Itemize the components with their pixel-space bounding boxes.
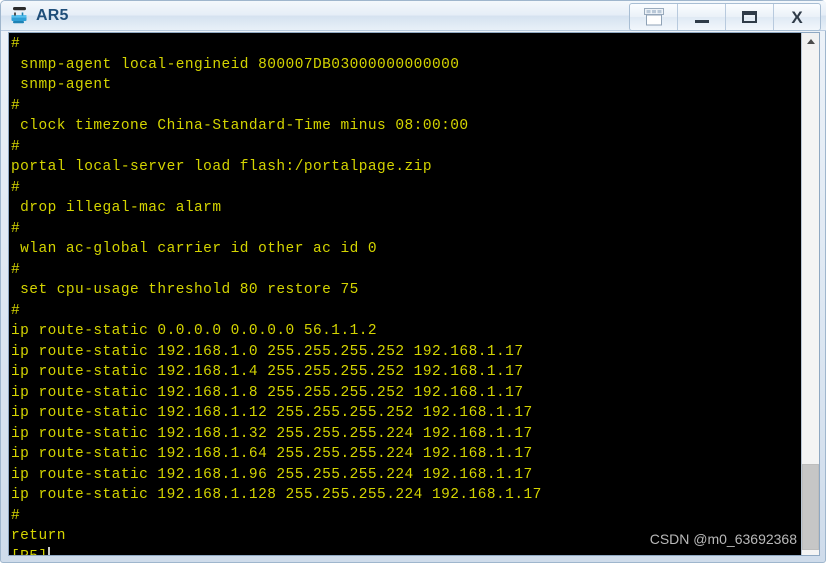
terminal-screen[interactable]: # snmp-agent local-engineid 800007DB0300… bbox=[9, 33, 801, 555]
window-list-button[interactable] bbox=[630, 4, 678, 30]
terminal-cursor bbox=[47, 546, 50, 555]
minimize-icon bbox=[694, 19, 709, 23]
scrollbar-thumb[interactable] bbox=[802, 464, 819, 550]
maximize-icon bbox=[742, 11, 757, 23]
router-icon bbox=[10, 6, 31, 26]
window-controls: X bbox=[629, 3, 821, 31]
window-title: AR5 bbox=[36, 7, 69, 24]
watermark: CSDN @m0_63692368 bbox=[649, 531, 797, 547]
router-cli-window: AR5 X # snmp-agent local-engineid 800007… bbox=[0, 0, 826, 563]
terminal-content: # snmp-agent local-engineid 800007DB0300… bbox=[11, 36, 542, 544]
close-icon: X bbox=[791, 7, 803, 27]
terminal-prompt: [R5] bbox=[11, 549, 48, 556]
minimize-button[interactable] bbox=[678, 4, 726, 30]
window-list-icon bbox=[643, 7, 665, 27]
terminal-output: # snmp-agent local-engineid 800007DB0300… bbox=[11, 34, 542, 555]
scrollbar-track[interactable] bbox=[802, 50, 819, 555]
close-button[interactable]: X bbox=[774, 4, 820, 30]
chevron-up-icon[interactable] bbox=[802, 33, 819, 50]
terminal-frame: # snmp-agent local-engineid 800007DB0300… bbox=[8, 32, 820, 556]
vertical-scrollbar[interactable] bbox=[801, 33, 819, 555]
maximize-button[interactable] bbox=[726, 4, 774, 30]
title-bar[interactable]: AR5 X bbox=[1, 1, 826, 31]
